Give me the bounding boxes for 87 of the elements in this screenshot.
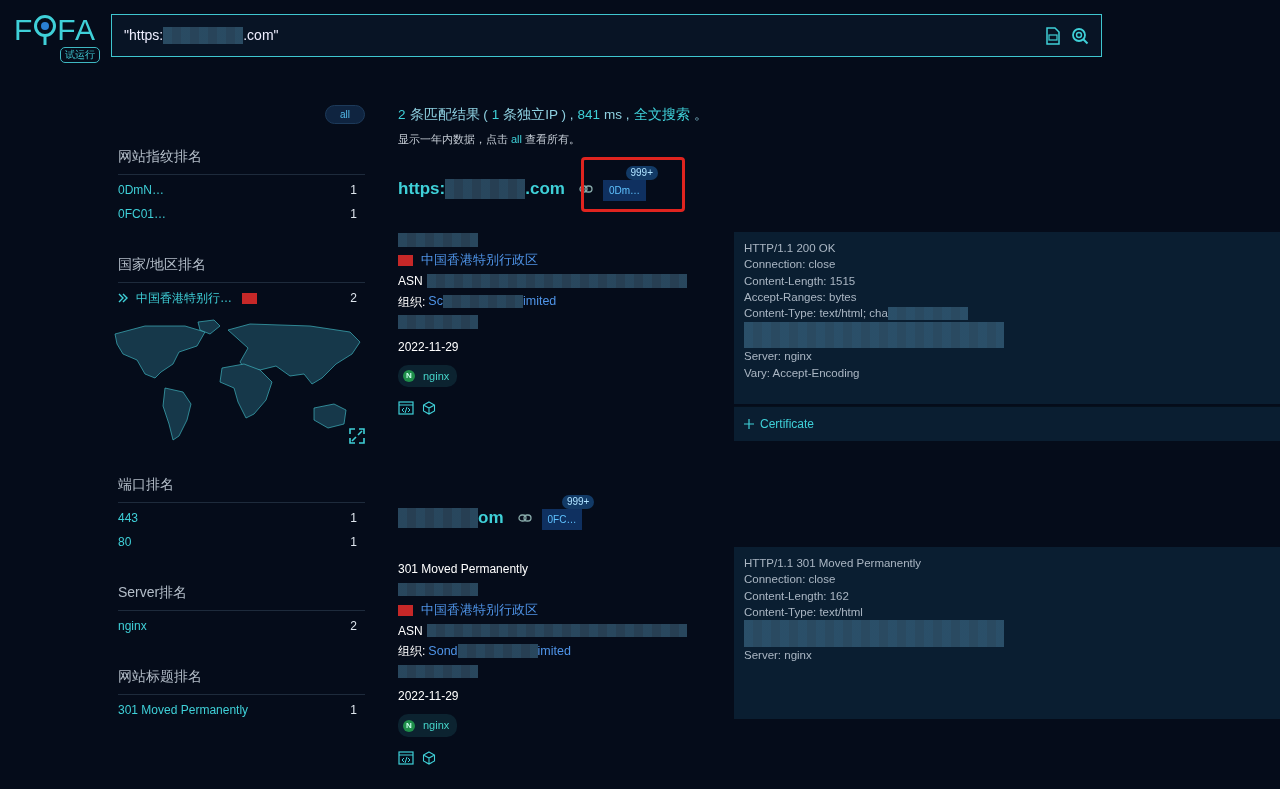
ranking-count: 1 xyxy=(350,534,357,551)
summary-text: 。 xyxy=(693,106,708,124)
section-title: 网站标题排名 xyxy=(118,666,365,695)
flag-icon xyxy=(398,604,413,616)
section-title: 网站指纹排名 xyxy=(118,146,365,175)
certificate-row[interactable]: Certificate xyxy=(734,405,1280,441)
header-line: Content-Type: text/html; cha xyxy=(744,306,888,322)
link[interactable]: Sond xyxy=(428,641,458,661)
fingerprint-tag[interactable]: 0Dm… xyxy=(602,180,647,201)
pin-icon xyxy=(33,14,58,46)
link[interactable]: imited xyxy=(522,292,557,311)
section-title: 国家/地区排名 xyxy=(118,254,365,283)
note-text: 查看所有。 xyxy=(525,132,580,148)
note-text: 显示一年内数据，点击 xyxy=(398,132,508,148)
plus-icon xyxy=(744,418,754,429)
ranking-item[interactable]: nginx xyxy=(118,617,147,635)
ranking-count: 1 xyxy=(350,702,357,719)
host-link[interactable]: om xyxy=(398,505,504,531)
ranking-count: 2 xyxy=(350,618,357,635)
header-line: HTTP/1.1 301 Moved Permanently xyxy=(744,555,922,571)
ranking-item[interactable]: 443 xyxy=(118,509,139,527)
ranking-item[interactable]: 301 Moved Permanently xyxy=(118,701,249,719)
cube-icon[interactable] xyxy=(422,401,436,416)
link-icon[interactable] xyxy=(578,184,593,193)
logo-text: F xyxy=(14,14,34,46)
header-line: HTTP/1.1 200 OK xyxy=(744,240,836,256)
server-tag[interactable]: N nginx xyxy=(398,364,458,388)
code-icon[interactable] xyxy=(398,401,414,416)
count-number: 2 xyxy=(398,106,406,124)
host-link[interactable]: https: .com xyxy=(398,176,565,202)
logo-text: FA xyxy=(57,14,96,46)
header-line: Server: nginx xyxy=(744,647,812,663)
link-icon[interactable] xyxy=(517,513,532,522)
date-text: 2022-11-29 xyxy=(398,688,459,705)
header-line: Connection: close xyxy=(744,572,836,588)
summary-text: 条独立IP ) , xyxy=(503,106,574,124)
location-link[interactable]: 中国香港特别行政区 xyxy=(421,251,538,270)
nginx-icon: N xyxy=(403,370,415,382)
ranking-count: 1 xyxy=(350,206,357,223)
chevron-icon xyxy=(118,293,128,303)
ranking-count: 1 xyxy=(350,182,357,199)
section-title: 端口排名 xyxy=(118,474,365,503)
org-label: 组织: xyxy=(398,293,426,311)
cube-icon[interactable] xyxy=(422,750,436,765)
search-icon[interactable] xyxy=(1071,26,1089,45)
flag-icon xyxy=(398,255,413,266)
link[interactable]: 全文搜索 xyxy=(633,105,690,126)
link[interactable]: imited xyxy=(537,641,571,661)
ranking-item[interactable]: 0DmN… xyxy=(118,181,164,199)
ranking-count: 2 xyxy=(350,290,357,307)
location-link[interactable]: 中国香港特别行政区 xyxy=(421,600,538,620)
count-number: 1 xyxy=(491,106,500,124)
file-search-icon[interactable] xyxy=(1044,26,1062,45)
link[interactable]: Sc xyxy=(428,292,443,311)
asn-label: ASN xyxy=(398,622,423,640)
ranking-item[interactable]: 80 xyxy=(118,533,132,551)
all-button[interactable]: all xyxy=(325,105,365,124)
summary-text: ms , xyxy=(604,106,630,124)
header-line: Accept-Ranges: bytes xyxy=(744,289,857,305)
count-badge: 999+ xyxy=(625,166,659,180)
page-title: 301 Moved Permanently xyxy=(398,561,529,578)
summary-text: 条匹配结果 ( xyxy=(409,106,488,124)
search-field[interactable]: "https: .com" xyxy=(111,14,1102,57)
header-line: Server: nginx xyxy=(744,349,812,365)
ranking-item[interactable]: 中国香港特别行… xyxy=(136,289,232,307)
fingerprint-tag[interactable]: 0FC… xyxy=(541,509,583,530)
link[interactable]: all xyxy=(511,131,522,148)
beta-badge: 试运行 xyxy=(60,47,100,63)
header-line: Connection: close xyxy=(744,257,836,273)
header-line: Vary: Accept-Encoding xyxy=(744,365,860,381)
header-line: Content-Length: 1515 xyxy=(744,273,856,289)
nginx-icon: N xyxy=(403,719,415,732)
server-tag[interactable]: N nginx xyxy=(398,714,458,737)
expand-icon[interactable] xyxy=(349,428,365,444)
section-title: Server排名 xyxy=(118,582,365,611)
date-text: 2022-11-29 xyxy=(398,338,459,356)
count-number: 841 xyxy=(577,106,601,124)
header-line: Content-Type: text/html xyxy=(744,604,863,620)
query-text: .com" xyxy=(243,26,279,45)
count-badge: 999+ xyxy=(561,495,595,509)
asn-label: ASN xyxy=(398,273,423,290)
header-line: Content-Length: 162 xyxy=(744,588,849,604)
code-icon[interactable] xyxy=(398,750,414,765)
ranking-count: 1 xyxy=(350,510,357,527)
org-label: 组织: xyxy=(398,643,426,660)
ranking-item[interactable]: 0FC01… xyxy=(118,205,167,223)
query-text: "https: xyxy=(124,26,164,45)
